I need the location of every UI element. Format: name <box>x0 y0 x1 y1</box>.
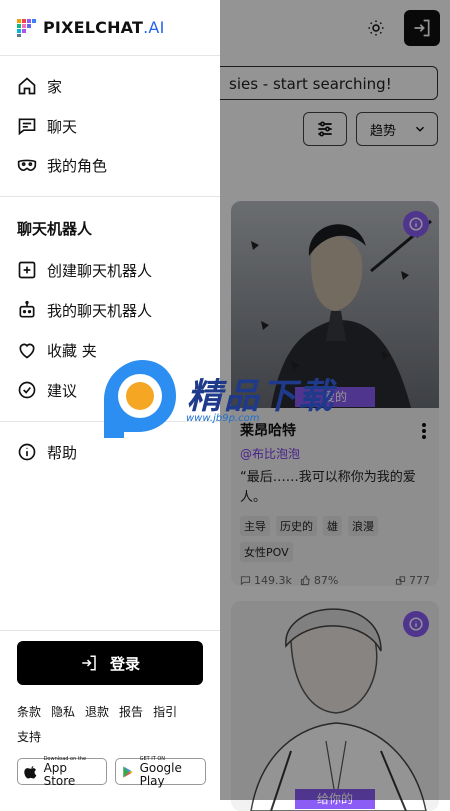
google-play-text: GET IT ON Google Play <box>139 755 182 788</box>
nav-label: 聊天 <box>47 117 78 136</box>
nav-label: 我的角色 <box>47 156 108 175</box>
footer-link-privacy[interactable]: 隐私 <box>51 700 75 725</box>
divider <box>0 55 220 56</box>
nav-label: 帮助 <box>47 443 78 462</box>
plus-square-icon <box>18 261 36 279</box>
logo-text: PIXELCHAT.AI <box>43 17 165 37</box>
bot-icon <box>19 300 35 318</box>
nav-item-suggestions[interactable]: 建议 <box>17 378 77 402</box>
mask-icon <box>17 159 37 171</box>
footer-link-refund[interactable]: 退款 <box>85 700 109 725</box>
watermark-url: www.jb9p.com <box>186 413 260 424</box>
check-circle-icon <box>18 381 36 399</box>
login-label: 登录 <box>109 654 140 673</box>
pixel-logo-icon <box>17 19 36 37</box>
login-button[interactable]: 登录 <box>17 641 203 685</box>
nav-item-favorites[interactable]: 收藏 夹 <box>17 338 97 362</box>
play-store-icon <box>123 765 133 778</box>
footer-link-report[interactable]: 报告 <box>119 700 143 725</box>
nav-item-my-bots[interactable]: 我的聊天机器人 <box>17 298 152 322</box>
footer-link-support[interactable]: 支持 <box>17 725 41 750</box>
footer-link-terms[interactable]: 条款 <box>17 700 41 725</box>
nav-label: 建议 <box>47 381 78 400</box>
nav-item-my-characters[interactable]: 我的角色 <box>17 153 107 177</box>
nav-label: 家 <box>47 77 63 96</box>
divider <box>0 630 220 631</box>
apple-icon <box>24 765 37 778</box>
app-store-text: Download on the App Store <box>43 755 87 788</box>
nav-label: 收藏 夹 <box>47 341 97 360</box>
footer-link-guidelines[interactable]: 指引 <box>153 700 177 725</box>
section-title: 聊天机器人 <box>17 220 93 238</box>
nav-item-create-bot[interactable]: 创建聊天机器人 <box>17 258 152 282</box>
info-icon <box>18 443 36 461</box>
login-icon <box>82 655 96 671</box>
nav-item-chat[interactable]: 聊天 <box>17 114 77 138</box>
nav-label: 创建聊天机器人 <box>47 261 153 280</box>
app: sies - start searching! 趋势 爱的 莱昂哈特 @布比泡泡… <box>0 0 450 811</box>
home-icon <box>18 77 36 95</box>
google-play-badge[interactable]: GET IT ON Google Play <box>115 755 206 788</box>
chat-icon <box>18 118 36 136</box>
nav-label: 我的聊天机器人 <box>47 301 153 320</box>
divider <box>0 196 220 197</box>
app-store-badge[interactable]: Download on the App Store <box>17 755 107 788</box>
logo[interactable]: PIXELCHAT.AI <box>17 17 165 37</box>
nav-item-help[interactable]: 帮助 <box>17 440 77 464</box>
watermark-logo <box>104 360 176 438</box>
watermark-text: 精品下载 <box>187 377 336 417</box>
footer-links: 条款 隐私 退款 报告 指引 支持 <box>17 700 207 750</box>
heart-icon <box>19 343 35 359</box>
nav-item-home[interactable]: 家 <box>17 74 62 98</box>
